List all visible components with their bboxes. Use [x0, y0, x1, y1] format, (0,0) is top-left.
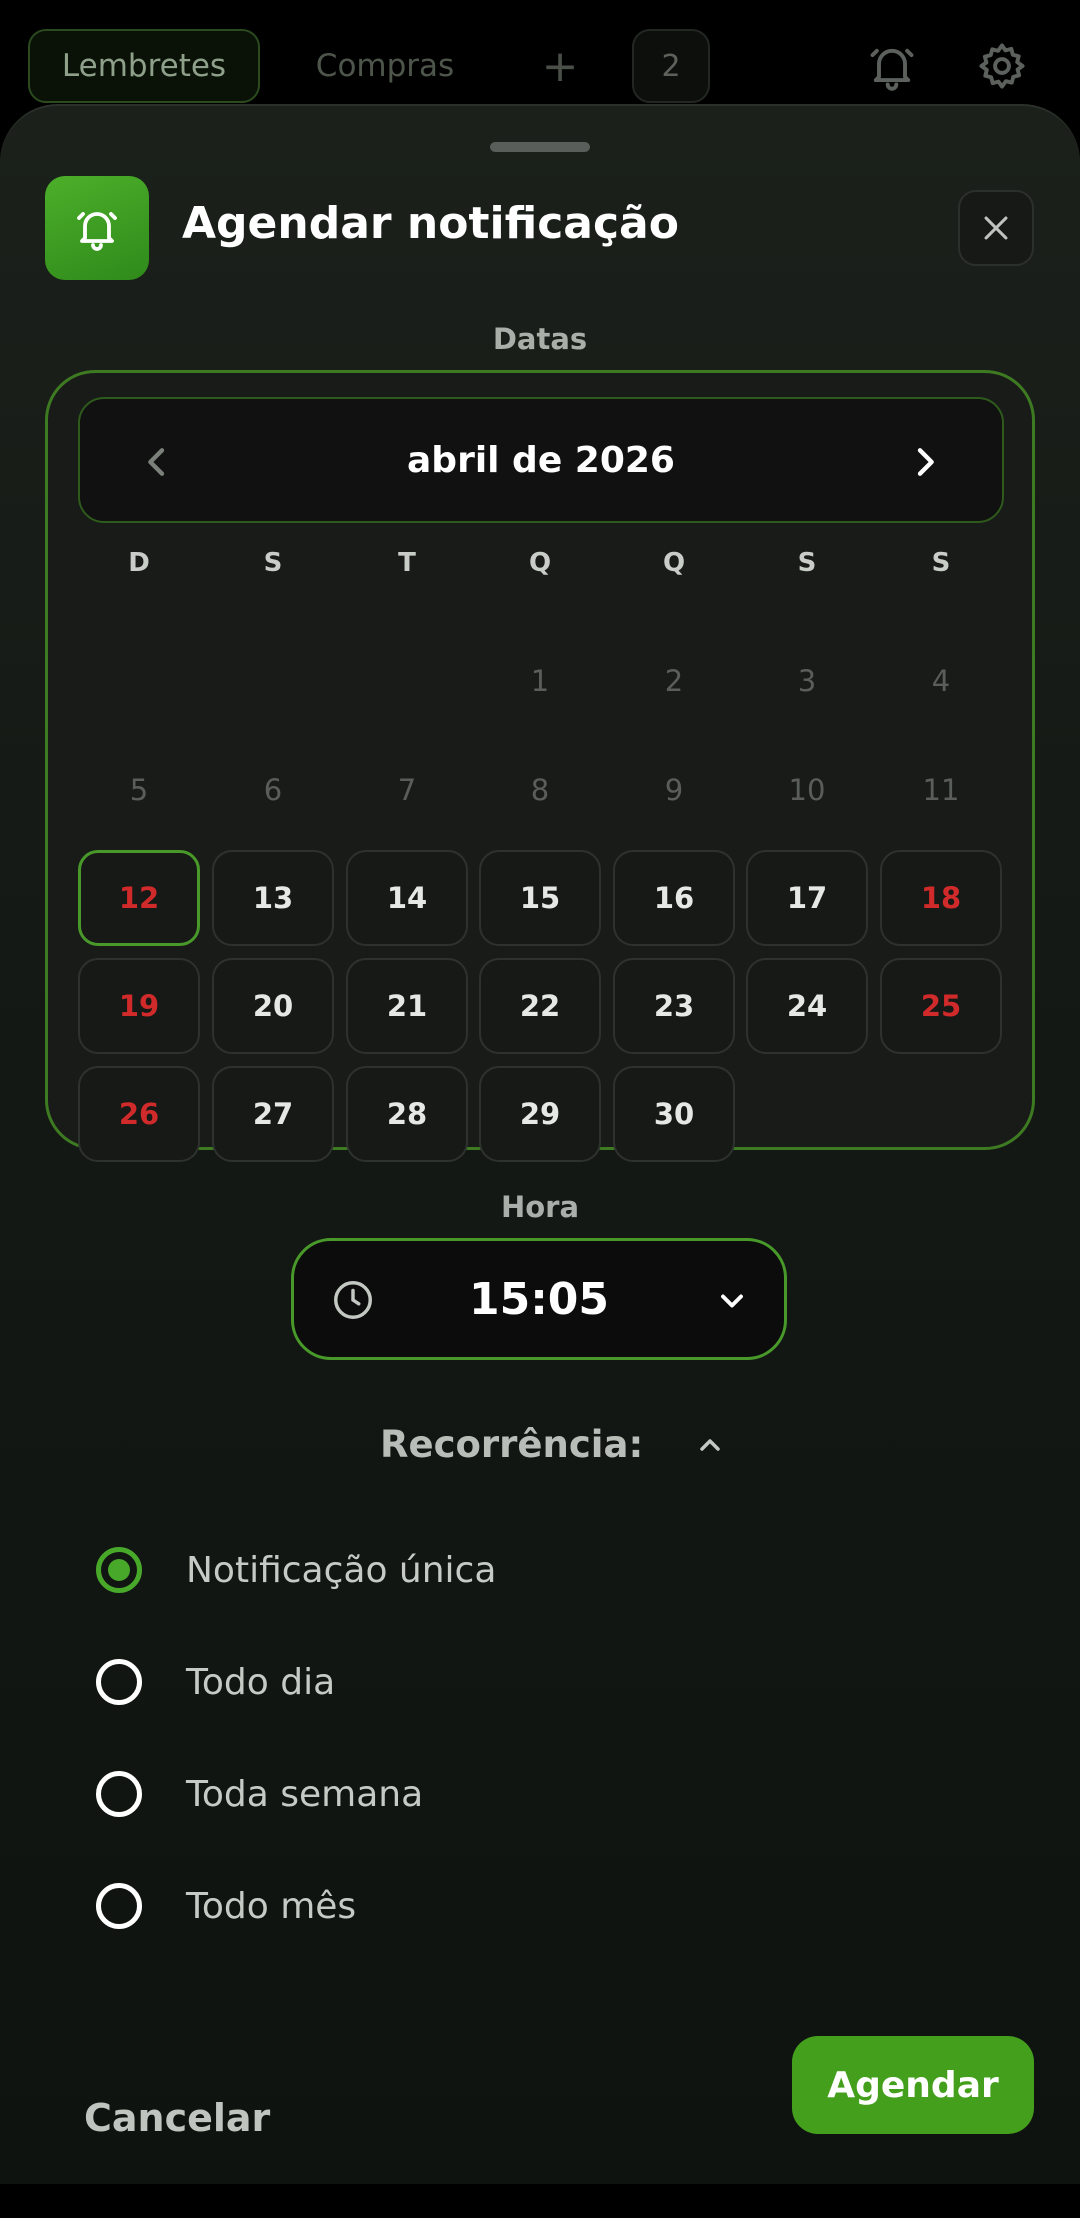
chevron-left-icon	[148, 448, 165, 476]
calendar-day[interactable]: 18	[880, 850, 1002, 946]
calendar-day[interactable]: 26	[78, 1066, 200, 1162]
recurrence-option-weekly[interactable]: Toda semana	[96, 1764, 796, 1824]
calendar-day[interactable]: 27	[212, 1066, 334, 1162]
calendar-day: 1	[530, 664, 550, 698]
recurrence-toggle[interactable]: Recorrência:	[380, 1423, 720, 1466]
weekday-label: D	[128, 548, 150, 578]
gear-icon[interactable]	[976, 40, 1028, 92]
time-picker[interactable]: 15:05	[291, 1238, 787, 1360]
calendar-day: 10	[788, 773, 826, 807]
calendar-day[interactable]: 19	[78, 958, 200, 1054]
time-value: 15:05	[468, 1273, 610, 1325]
schedule-button[interactable]: Agendar	[792, 2036, 1034, 2134]
next-month-button[interactable]	[900, 437, 950, 487]
list-count-badge[interactable]: 2	[632, 29, 710, 103]
chevron-right-icon	[917, 448, 934, 476]
calendar-day: 3	[797, 664, 817, 698]
calendar-day[interactable]: 30	[613, 1066, 735, 1162]
top-bar: Lembretes Compras + 2	[0, 0, 1080, 110]
calendar-day: 7	[397, 773, 417, 807]
radio-once[interactable]	[96, 1547, 142, 1593]
close-button[interactable]	[958, 190, 1034, 266]
cancel-button[interactable]: Cancelar	[84, 2096, 270, 2140]
tab-compras[interactable]: Compras	[290, 29, 480, 103]
weekday-label: T	[398, 548, 416, 578]
calendar-day[interactable]: 21	[346, 958, 468, 1054]
calendar-day[interactable]: 13	[212, 850, 334, 946]
calendar-day: 5	[129, 773, 149, 807]
calendar-day[interactable]: 25	[880, 958, 1002, 1054]
weekday-label: Q	[528, 548, 552, 578]
chevron-down-icon	[721, 1294, 743, 1308]
chevron-up-icon	[700, 1439, 720, 1451]
recurrence-option-once[interactable]: Notificação única	[96, 1540, 796, 1600]
bell-icon[interactable]	[866, 40, 918, 92]
calendar-day[interactable]: 24	[746, 958, 868, 1054]
radio-weekly[interactable]	[96, 1771, 142, 1817]
calendar-month-label: abril de 2026	[407, 439, 675, 481]
recurrence-option-daily[interactable]: Todo dia	[96, 1652, 796, 1712]
calendar-day: 6	[263, 773, 283, 807]
calendar-day[interactable]: 14	[346, 850, 468, 946]
calendar-day: 4	[931, 664, 951, 698]
weekday-label: S	[797, 548, 817, 578]
bell-icon	[45, 176, 149, 280]
radio-label: Todo mês	[186, 1885, 357, 1927]
schedule-sheet: Agendar notificação Datas abril de 2026 …	[0, 104, 1080, 2184]
calendar-day: 2	[664, 664, 684, 698]
calendar-day[interactable]: 22	[479, 958, 601, 1054]
calendar-day[interactable]: 16	[613, 850, 735, 946]
radio-daily[interactable]	[96, 1659, 142, 1705]
radio-label: Todo dia	[186, 1661, 336, 1703]
calendar-day[interactable]: 28	[346, 1066, 468, 1162]
tab-lembretes[interactable]: Lembretes	[28, 29, 260, 103]
calendar-header: abril de 2026	[78, 397, 1004, 523]
calendar: abril de 2026 DSTQQSS 1 2 3 4 5 6 7 8 9 10 11 12 13 1…	[45, 370, 1035, 1162]
calendar-day[interactable]: 17	[746, 850, 868, 946]
calendar-day[interactable]: 29	[479, 1066, 601, 1162]
calendar-day: 8	[530, 773, 550, 807]
radio-monthly[interactable]	[96, 1883, 142, 1929]
recurrence-option-monthly[interactable]: Todo mês	[96, 1876, 796, 1936]
weekday-label: Q	[662, 548, 686, 578]
drag-handle[interactable]	[490, 142, 590, 152]
calendar-day[interactable]: 12	[78, 850, 200, 946]
close-icon	[984, 216, 1008, 240]
dates-label: Datas	[492, 322, 588, 356]
weekday-label: S	[263, 548, 283, 578]
calendar-day: 11	[922, 773, 960, 807]
calendar-day[interactable]: 20	[212, 958, 334, 1054]
calendar-day[interactable]: 15	[479, 850, 601, 946]
dialog-title: Agendar notificação	[182, 198, 679, 249]
prev-month-button[interactable]	[132, 437, 182, 487]
calendar-day[interactable]: 23	[613, 958, 735, 1054]
calendar-day: 9	[664, 773, 684, 807]
hour-label: Hora	[500, 1190, 580, 1224]
recurrence-label: Recorrência:	[380, 1423, 644, 1466]
add-list-button[interactable]: +	[525, 29, 595, 103]
radio-label: Notificação única	[186, 1549, 497, 1591]
weekday-label: S	[931, 548, 951, 578]
radio-label: Toda semana	[186, 1773, 424, 1815]
